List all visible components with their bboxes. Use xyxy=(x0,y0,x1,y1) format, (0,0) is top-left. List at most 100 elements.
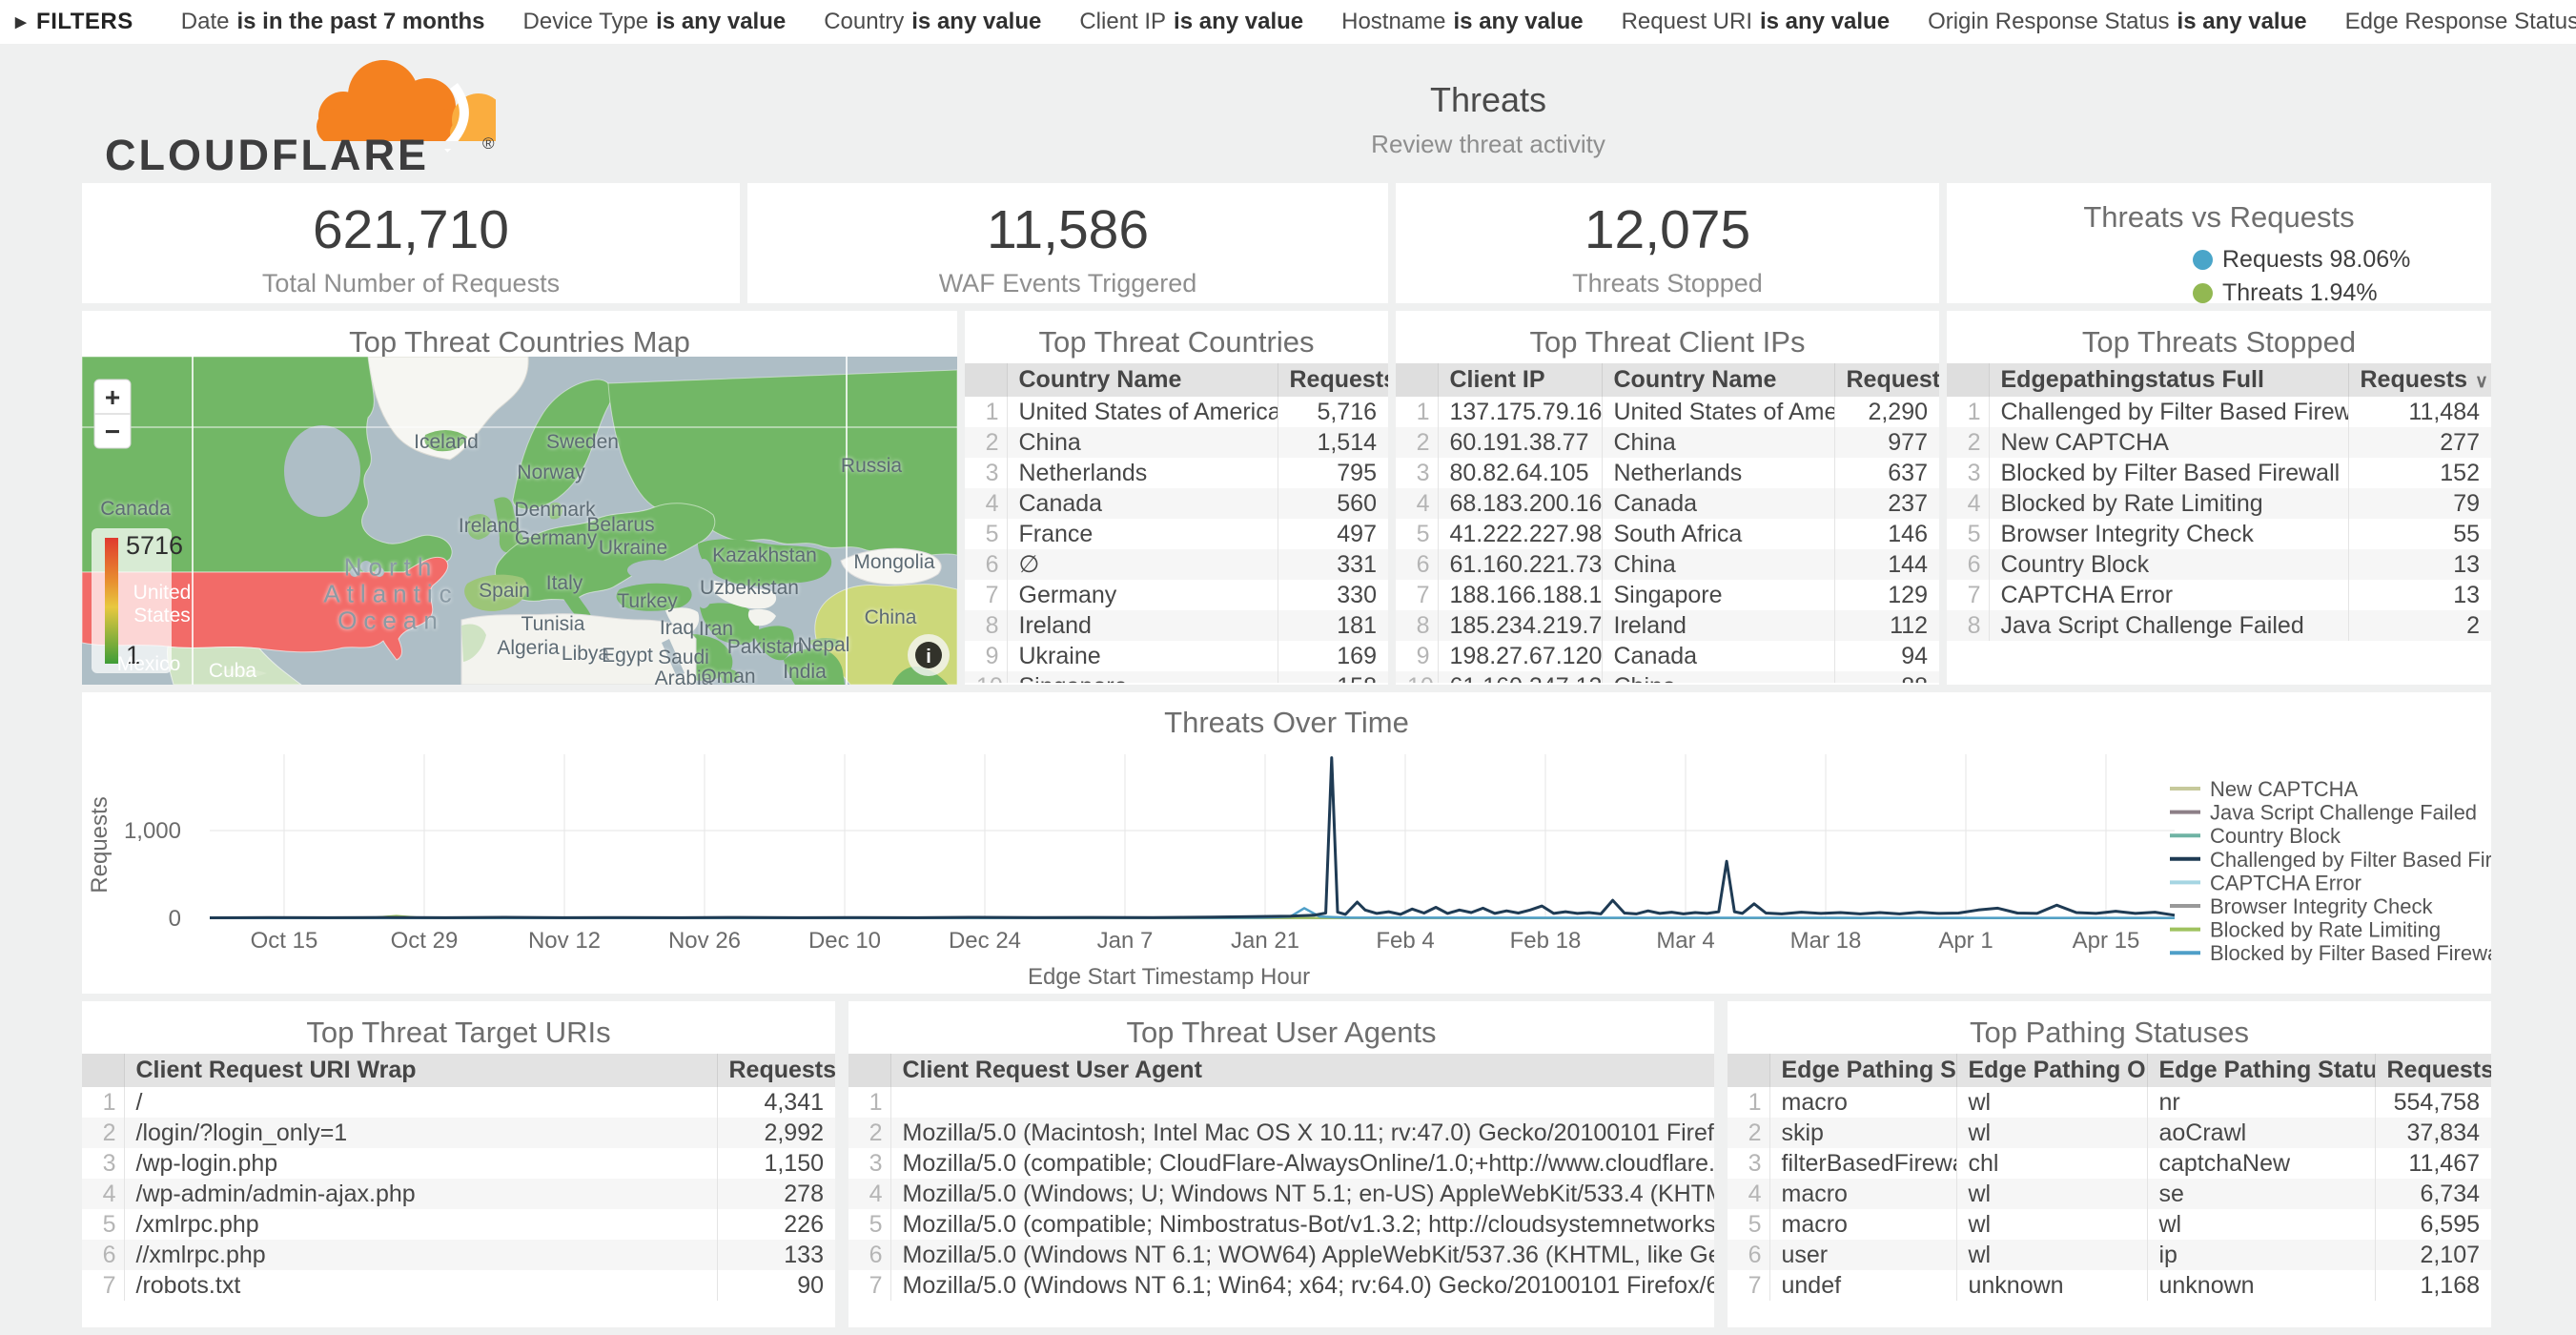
column-header[interactable]: Requests∨ xyxy=(1834,363,1939,397)
table-row[interactable]: 7undefunknownunknown1,168 xyxy=(1728,1270,2491,1301)
table-row[interactable]: 541.222.227.98South Africa146 xyxy=(1396,519,1939,549)
table-row[interactable]: 6Mozilla/5.0 (Windows NT 6.1; WOW64) App… xyxy=(848,1240,1714,1270)
table-row[interactable]: 2skipwlaoCrawl37,834 xyxy=(1728,1118,2491,1148)
table-cell: 61.160.221.73 xyxy=(1438,549,1602,580)
column-header[interactable]: Client Request URI Wrap xyxy=(124,1054,717,1087)
map-color-legend: 5716 1 xyxy=(92,528,183,673)
stat-label: WAF Events Triggered xyxy=(747,269,1388,298)
table-cell: Singapore xyxy=(1602,580,1834,610)
table-row[interactable]: 6∅331 xyxy=(965,549,1388,580)
map-svg: + − 5716 1 xyxy=(82,357,957,685)
table-row[interactable]: 4/wp-admin/admin-ajax.php278 xyxy=(82,1179,835,1209)
table-cell: unknown xyxy=(2147,1270,2375,1301)
row-rank: 2 xyxy=(82,1118,124,1148)
table-row[interactable]: 3Netherlands795 xyxy=(965,458,1388,488)
world-map[interactable]: + − 5716 1 xyxy=(82,357,957,685)
table-row[interactable]: 3filterBasedFirewallchlcaptchaNew11,467 xyxy=(1728,1148,2491,1179)
table-row[interactable]: 1United States of America5,716 xyxy=(965,397,1388,427)
table-row[interactable]: 661.160.221.73China144 xyxy=(1396,549,1939,580)
table-cell: macro xyxy=(1769,1087,1956,1118)
column-header[interactable]: Edge Pathing Status xyxy=(2147,1054,2375,1087)
table-row[interactable]: 8185.234.219.70Ireland112 xyxy=(1396,610,1939,641)
table-row[interactable]: 6//xmlrpc.php133 xyxy=(82,1240,835,1270)
countries-table: Country NameRequests∨1United States of A… xyxy=(965,363,1388,683)
table-row[interactable]: 9198.27.67.120Canada94 xyxy=(1396,641,1939,671)
table-row[interactable]: 5/xmlrpc.php226 xyxy=(82,1209,835,1240)
table-row[interactable]: 1 xyxy=(848,1087,1714,1118)
column-header[interactable]: Edge Pathing Src xyxy=(1769,1054,1956,1087)
filter-item[interactable]: Dateis in the past 7 months xyxy=(181,9,485,34)
table-cell: United States of America xyxy=(1602,397,1834,427)
filter-item[interactable]: Hostnameis any value xyxy=(1341,9,1583,34)
table-cell: 277 xyxy=(2348,427,2491,458)
table-row[interactable]: 7CAPTCHA Error13 xyxy=(1947,580,2491,610)
table-row[interactable]: 4Mozilla/5.0 (Windows; U; Windows NT 5.1… xyxy=(848,1179,1714,1209)
top-pathing-statuses-panel: Top Pathing Statuses Edge Pathing SrcEdg… xyxy=(1728,1001,2491,1327)
table-row[interactable]: 7Mozilla/5.0 (Windows NT 6.1; Win64; x64… xyxy=(848,1270,1714,1301)
table-row[interactable]: 6Country Block13 xyxy=(1947,549,2491,580)
table-row[interactable]: 5Browser Integrity Check55 xyxy=(1947,519,2491,549)
filter-item[interactable]: Client IPis any value xyxy=(1079,9,1303,34)
table-row[interactable]: 3/wp-login.php1,150 xyxy=(82,1148,835,1179)
row-rank: 5 xyxy=(1728,1209,1769,1240)
table-row[interactable]: 8Java Script Challenge Failed2 xyxy=(1947,610,2491,641)
filter-item[interactable]: Origin Response Statusis any value xyxy=(1928,9,2307,34)
table-row[interactable]: 260.191.38.77China977 xyxy=(1396,427,1939,458)
table-row[interactable]: 8Ireland181 xyxy=(965,610,1388,641)
table-row[interactable]: 7188.166.188.152Singapore129 xyxy=(1396,580,1939,610)
table-row[interactable]: 4macrowlse6,734 xyxy=(1728,1179,2491,1209)
column-header[interactable]: Requests∨ xyxy=(1278,363,1388,397)
column-header[interactable]: Country Name xyxy=(1602,363,1834,397)
row-rank: 5 xyxy=(965,519,1007,549)
column-header[interactable]: Requests∨ xyxy=(2375,1054,2491,1087)
threats-stopped-table: Edgepathingstatus FullRequests∨1Challeng… xyxy=(1947,363,2491,683)
expand-triangle-icon: ▶ xyxy=(15,13,27,31)
column-header[interactable]: Country Name xyxy=(1007,363,1278,397)
table-row[interactable]: 7Germany330 xyxy=(965,580,1388,610)
table-row[interactable]: 9Ukraine169 xyxy=(965,641,1388,671)
panel-title: Threats vs Requests xyxy=(1947,183,2491,235)
column-header[interactable]: Edge Pathing Op xyxy=(1956,1054,2147,1087)
filter-item[interactable]: Edge Response Statusis any value xyxy=(2345,9,2576,34)
table-cell: 331 xyxy=(1278,549,1388,580)
table-row[interactable]: 468.183.200.167Canada237 xyxy=(1396,488,1939,519)
table-row[interactable]: 1Challenged by Filter Based Firewall11,4… xyxy=(1947,397,2491,427)
table-row[interactable]: 10Singapore158 xyxy=(965,671,1388,683)
table-row[interactable]: 3Mozilla/5.0 (compatible; CloudFlare-Alw… xyxy=(848,1148,1714,1179)
table-row[interactable]: 2/login/?login_only=12,992 xyxy=(82,1118,835,1148)
table-row[interactable]: 2Mozilla/5.0 (Macintosh; Intel Mac OS X … xyxy=(848,1118,1714,1148)
table-row[interactable]: 1061.160.247.127China88 xyxy=(1396,671,1939,683)
row-rank: 10 xyxy=(965,671,1007,683)
table-cell: 2,107 xyxy=(2375,1240,2491,1270)
column-header[interactable]: Client Request User Agent xyxy=(890,1054,1714,1087)
legend-min-value: 1 xyxy=(126,641,140,669)
table-row[interactable]: 5Mozilla/5.0 (compatible; Nimbostratus-B… xyxy=(848,1209,1714,1240)
table-row[interactable]: 2China1,514 xyxy=(965,427,1388,458)
column-header[interactable]: Requests∨ xyxy=(2348,363,2491,397)
table-row[interactable]: 5France497 xyxy=(965,519,1388,549)
table-cell: captchaNew xyxy=(2147,1148,2375,1179)
filter-item[interactable]: Request URIis any value xyxy=(1622,9,1890,34)
threats-over-time-chart[interactable]: Oct 15Oct 29Nov 12Nov 26Dec 10Dec 24Jan … xyxy=(82,692,2491,994)
table-row[interactable]: 2New CAPTCHA277 xyxy=(1947,427,2491,458)
column-header[interactable]: Requests∨ xyxy=(717,1054,835,1087)
filters-toggle[interactable]: ▶ FILTERS xyxy=(0,9,143,35)
column-header[interactable]: Edgepathingstatus Full xyxy=(1989,363,2348,397)
table-cell: Netherlands xyxy=(1602,458,1834,488)
filter-item[interactable]: Countryis any value xyxy=(824,9,1041,34)
table-cell: 112 xyxy=(1834,610,1939,641)
table-row[interactable]: 6userwlip2,107 xyxy=(1728,1240,2491,1270)
column-header[interactable]: Client IP xyxy=(1438,363,1602,397)
filter-item[interactable]: Device Typeis any value xyxy=(523,9,787,34)
table-row[interactable]: 4Blocked by Rate Limiting79 xyxy=(1947,488,2491,519)
table-row[interactable]: 380.82.64.105Netherlands637 xyxy=(1396,458,1939,488)
table-row[interactable]: 4Canada560 xyxy=(965,488,1388,519)
table-row[interactable]: 1/4,341 xyxy=(82,1087,835,1118)
table-row[interactable]: 1137.175.79.166United States of America2… xyxy=(1396,397,1939,427)
table-row[interactable]: 5macrowlwl6,595 xyxy=(1728,1209,2491,1240)
table-cell: 13 xyxy=(2348,580,2491,610)
client-ips-table: Client IPCountry NameRequests∨1137.175.7… xyxy=(1396,363,1939,683)
table-row[interactable]: 1macrowlnr554,758 xyxy=(1728,1087,2491,1118)
table-row[interactable]: 3Blocked by Filter Based Firewall152 xyxy=(1947,458,2491,488)
table-row[interactable]: 7/robots.txt90 xyxy=(82,1270,835,1301)
